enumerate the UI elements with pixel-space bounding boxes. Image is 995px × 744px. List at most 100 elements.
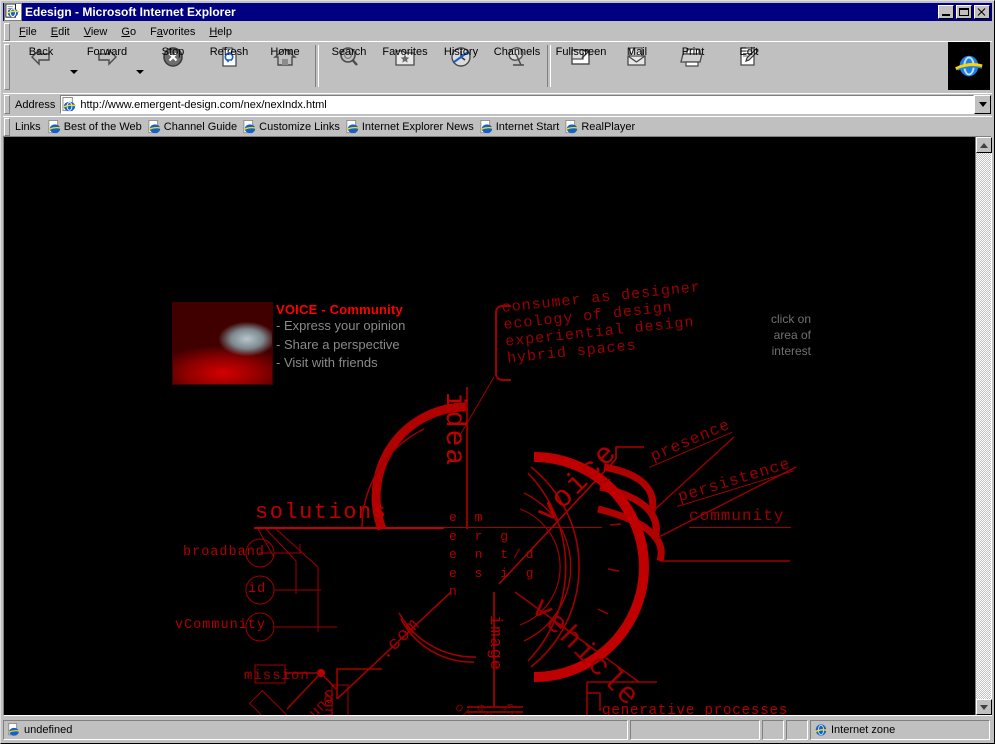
minimize-button[interactable]: [938, 5, 954, 19]
ie-favicon: [346, 119, 360, 134]
ie-favicon: [565, 119, 579, 134]
toolbar-history-button[interactable]: History: [433, 42, 489, 88]
toolbar-refresh-label: Refresh: [209, 46, 249, 58]
toolbar-channels-button[interactable]: Channels: [489, 42, 545, 88]
toolbar-edit-label: Edit: [739, 46, 759, 58]
diagram-label-generative-processes[interactable]: generative processes: [602, 703, 788, 715]
toolbar-fullscreen-label: Fullscreen: [555, 46, 607, 58]
diagram-label-image[interactable]: image: [485, 615, 504, 671]
toolbar-back-button[interactable]: Back: [13, 42, 69, 88]
close-button[interactable]: [974, 5, 990, 19]
menu-bar: File Edit View Go Favorites Help: [3, 22, 992, 41]
diagram-center-text: e m e r g e n t/d e s i g n: [449, 509, 545, 602]
address-bar: Address http://www.emergent-design.com/n…: [3, 93, 992, 115]
address-grip[interactable]: [4, 95, 10, 114]
links-bar: Links Best of the Web Channel Guide Cust…: [3, 116, 992, 136]
toolbar-print-button[interactable]: Print: [665, 42, 721, 88]
ie-e-logo-icon: [948, 42, 990, 90]
link-internet-start[interactable]: Internet Start: [479, 119, 565, 134]
link-best-of-the-web[interactable]: Best of the Web: [47, 119, 147, 134]
page-favicon: [62, 97, 77, 112]
address-value: http://www.emergent-design.com/nex/nexIn…: [80, 98, 327, 111]
status-zone-pane: Internet zone: [810, 720, 990, 740]
toolbar-edit-button[interactable]: Edit: [721, 42, 777, 88]
toolbar-search-button[interactable]: Search: [321, 42, 377, 88]
scrollbar-track[interactable]: [976, 153, 991, 699]
diagram-label-vcommunity[interactable]: vCommunity: [175, 618, 266, 633]
link-channel-guide[interactable]: Channel Guide: [147, 119, 242, 134]
toolbar-forward-button[interactable]: Forward: [79, 42, 135, 88]
link-label: Best of the Web: [63, 120, 142, 133]
menu-help[interactable]: Help: [202, 24, 239, 40]
toolbar-forward-label: Forward: [86, 46, 128, 58]
diagram-label-mission[interactable]: mission: [244, 668, 310, 684]
toolbar-print-label: Print: [681, 46, 705, 58]
menu-go[interactable]: Go: [114, 24, 143, 40]
status-bar: undefined Internet zone: [3, 719, 992, 741]
menu-favorites[interactable]: Favorites: [143, 24, 202, 40]
toolbar-refresh-button[interactable]: Refresh: [201, 42, 257, 88]
link-customize-links[interactable]: Customize Links: [242, 119, 345, 134]
scroll-up-arrow-icon[interactable]: [976, 137, 992, 153]
status-message: undefined: [24, 724, 73, 736]
toolbar-stop-label: Stop: [161, 46, 185, 58]
toolbar-mail-button[interactable]: Mail: [609, 42, 665, 88]
diagram-label-community[interactable]: community: [689, 507, 784, 525]
status-zone-label: Internet zone: [831, 724, 896, 736]
menu-help-rest: elp: [217, 25, 232, 38]
menu-favorites-rest: vorites: [162, 25, 196, 38]
ie-document-icon: [4, 3, 22, 21]
links-label: Links: [15, 120, 41, 133]
chevron-down-icon[interactable]: [974, 95, 991, 114]
center-text-line: e r g: [449, 528, 514, 544]
menu-view[interactable]: View: [77, 24, 115, 40]
scroll-down-arrow-icon[interactable]: [976, 699, 992, 715]
diagram-label-broadband[interactable]: broadband: [183, 545, 265, 560]
vertical-scrollbar[interactable]: [975, 137, 992, 715]
status-pane-2: [630, 720, 760, 740]
menu-file[interactable]: File: [12, 24, 44, 40]
forward-dropdown-arrow[interactable]: [135, 42, 145, 88]
toolbar-history-label: History: [443, 46, 479, 58]
link-internet-explorer-news[interactable]: Internet Explorer News: [345, 119, 479, 134]
community-underline: [689, 527, 791, 528]
page-viewport: VOICE - Community - Express your opinion…: [3, 136, 992, 716]
address-label: Address: [15, 98, 56, 111]
diagram-label-solutions[interactable]: solutions: [255, 500, 387, 525]
menu-edit-rest: dit: [58, 25, 70, 38]
back-dropdown-arrow[interactable]: [69, 42, 79, 88]
link-label: Internet Explorer News: [361, 120, 474, 133]
toolbar-fullscreen-button[interactable]: Fullscreen: [553, 42, 609, 88]
address-input[interactable]: http://www.emergent-design.com/nex/nexIn…: [60, 95, 974, 114]
toolbar-favorites-button[interactable]: Favorites: [377, 42, 433, 88]
toolbar-mail-label: Mail: [626, 46, 648, 58]
menu-edit[interactable]: Edit: [44, 24, 77, 40]
menu-view-rest: iew: [90, 25, 108, 38]
ie-favicon: [148, 119, 162, 134]
link-label: RealPlayer: [581, 120, 636, 133]
window-controls: [938, 5, 990, 19]
center-text-line: e n t/d: [449, 547, 539, 562]
menu-file-rest: ile: [25, 25, 37, 38]
diagram-label-idea[interactable]: idea: [438, 392, 469, 467]
center-text-line: e s i g n: [449, 565, 539, 600]
links-grip[interactable]: [4, 117, 10, 136]
toolbar-favorites-label: Favorites: [382, 46, 428, 58]
diagram-label-contact[interactable]: contact: [320, 689, 337, 715]
main-toolbar: Back Forward Stop Refresh Home Search Fa…: [3, 41, 992, 92]
diagram-label-id[interactable]: id: [248, 582, 266, 597]
browser-window: Edesign - Microsoft Internet Explorer Fi…: [0, 0, 995, 744]
toolbar-separator-2: [547, 45, 551, 87]
ie-favicon: [480, 119, 494, 134]
toolbar-grip[interactable]: [4, 44, 10, 90]
toolbar-separator-1: [315, 45, 319, 87]
ie-favicon: [48, 119, 62, 134]
toolbar-home-button[interactable]: Home: [257, 42, 313, 88]
toolbar-stop-button[interactable]: Stop: [145, 42, 201, 88]
link-label: Internet Start: [495, 120, 560, 133]
menu-grip[interactable]: [4, 22, 10, 41]
maximize-button[interactable]: [956, 5, 972, 19]
toolbar-channels-label: Channels: [493, 46, 541, 58]
toolbar-home-label: Home: [270, 46, 300, 58]
link-realplayer[interactable]: RealPlayer: [564, 119, 640, 134]
